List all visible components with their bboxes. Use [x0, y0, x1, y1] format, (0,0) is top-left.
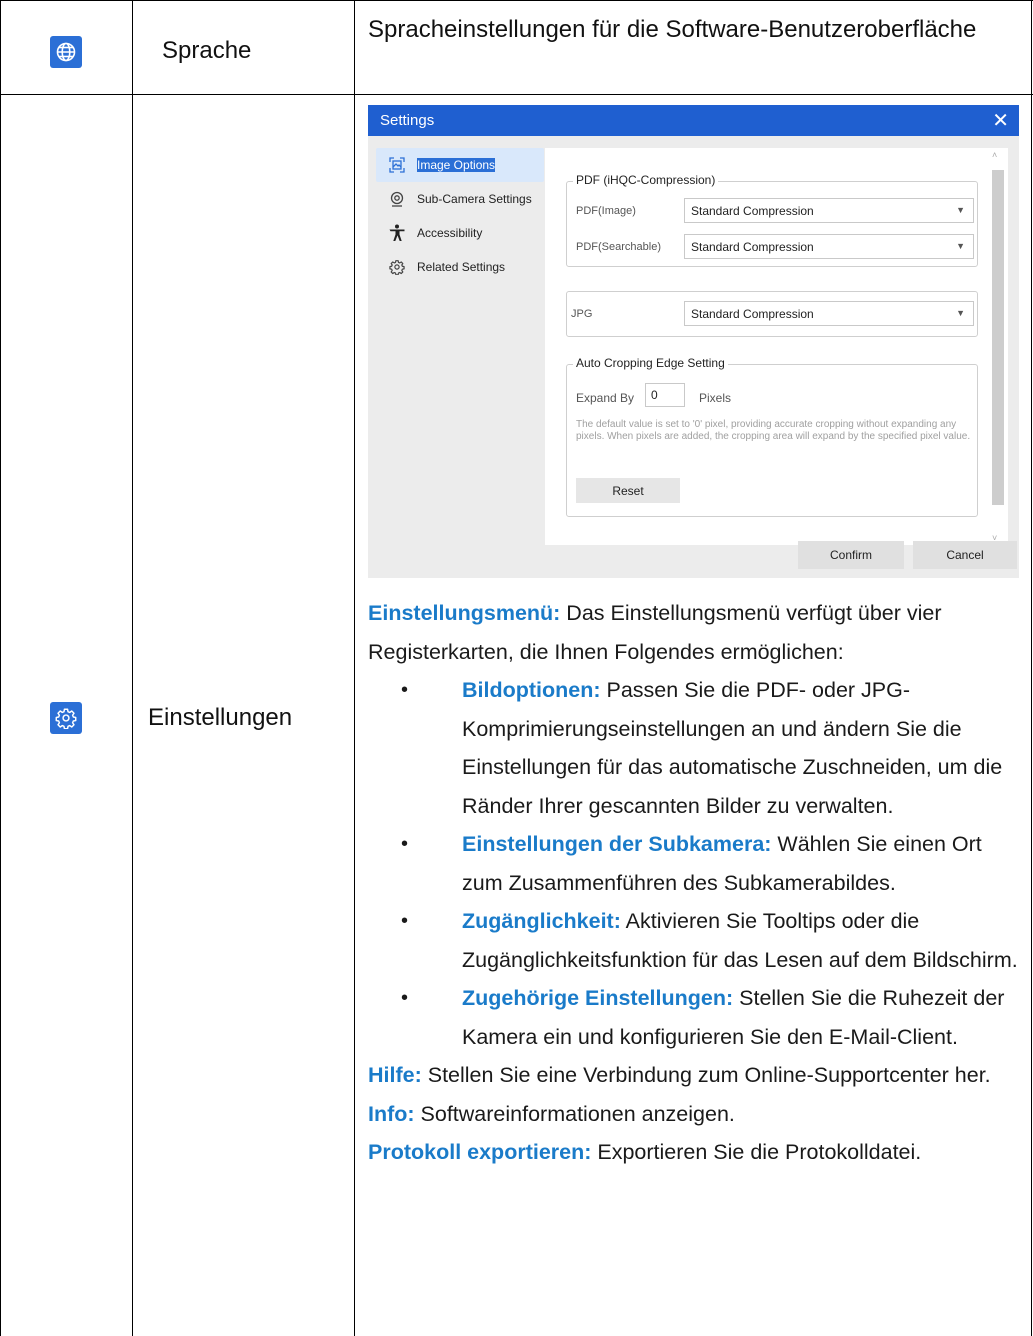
table-column-divider [132, 0, 133, 1336]
help-paragraph: Hilfe: Stellen Sie eine Verbindung zum O… [368, 1056, 1023, 1095]
table-border-left [0, 0, 1, 1336]
accessibility-icon [388, 224, 406, 242]
jpg-group: JPG Standard Compression ▼ [566, 291, 978, 337]
settings-dialog-screenshot: Settings ✕ Image Options Sub-Camera Sett… [368, 105, 1019, 578]
confirm-button[interactable]: Confirm [798, 541, 904, 569]
list-item: • Zugehörige Einstellungen: Stellen Sie d… [368, 979, 1023, 1056]
bullet: • [401, 987, 409, 1009]
table-border-top [0, 0, 1033, 1]
select-value: Standard Compression [691, 306, 814, 321]
globe-icon [50, 36, 82, 68]
table-border-right [1031, 0, 1032, 1336]
chevron-down-icon: ▼ [956, 205, 965, 215]
bullet: • [401, 833, 409, 855]
jpg-select[interactable]: Standard Compression ▼ [684, 301, 974, 326]
scroll-up-icon[interactable]: ˄ [992, 150, 997, 160]
keyword: Zugehörige Einstellungen: [462, 986, 734, 1010]
info-paragraph: Info: Softwareinformationen anzeigen. [368, 1095, 1023, 1134]
input-value: 0 [651, 388, 658, 402]
sidebar-item-accessibility[interactable]: Accessibility [376, 216, 546, 250]
chevron-down-icon: ▼ [956, 241, 965, 251]
row-description-language: Spracheinstellungen für die Software-Ben… [368, 16, 977, 43]
group-title: Auto Cropping Edge Setting [573, 356, 728, 370]
expand-by-input[interactable]: 0 [645, 383, 685, 407]
select-value: Standard Compression [691, 239, 814, 254]
sidebar-item-label: Sub-Camera Settings [417, 192, 532, 206]
bullet: • [401, 910, 409, 932]
table-column-divider [354, 0, 355, 1336]
keyword: Einstellungen der Subkamera: [462, 832, 772, 856]
tab-list: • Bildoptionen: Passen Sie die PDF- oder … [368, 671, 1023, 1056]
paragraph-text: Exportieren Sie die Protokolldatei. [591, 1140, 922, 1164]
intro-paragraph: Einstellungsmenü: Das Einstellungsmenü v… [368, 594, 1023, 671]
sidebar-item-label: Related Settings [417, 260, 506, 274]
pdf-compression-group: PDF (iHQC-Compression) PDF(Image) Standa… [566, 173, 978, 267]
sidebar-item-label: Accessibility [417, 226, 483, 240]
settings-description: Einstellungsmenü: Das Einstellungsmenü v… [368, 594, 1023, 1172]
keyword: Einstellungsmenü: [368, 601, 561, 625]
keyword: Hilfe: [368, 1063, 422, 1087]
sidebar-item-image-options[interactable]: Image Options [376, 148, 544, 182]
sidebar-item-related-settings[interactable]: Related Settings [376, 250, 546, 284]
jpg-label: JPG [571, 308, 593, 320]
panel-scrollbar[interactable]: ˄ ˅ [988, 148, 1005, 545]
auto-cropping-group: Auto Cropping Edge Setting Expand By 0 P… [566, 356, 978, 517]
keyword: Zugänglichkeit: [462, 909, 621, 933]
keyword: Protokoll exportieren: [368, 1140, 592, 1164]
keyword: Bildoptionen: [462, 678, 601, 702]
camera-icon [388, 190, 406, 208]
pixels-unit-label: Pixels [699, 391, 732, 405]
image-icon [388, 156, 406, 174]
pdf-image-select[interactable]: Standard Compression ▼ [684, 198, 974, 223]
list-item: • Zugänglichkeit: Aktivieren Sie Tooltips… [368, 902, 1023, 979]
dialog-title: Settings [380, 112, 435, 129]
dialog-titlebar: Settings ✕ [368, 105, 1019, 136]
list-item: • Einstellungen der Subkamera: Wählen Sie… [368, 825, 1023, 902]
row-label-language: Sprache [162, 37, 252, 64]
cropping-note: The default value is set to '0' pixel, p… [576, 419, 971, 442]
export-log-paragraph: Protokoll exportieren: Exportieren Sie d… [368, 1133, 1023, 1172]
pdf-searchable-select[interactable]: Standard Compression ▼ [684, 234, 974, 259]
row-label-settings: Einstellungen [148, 704, 293, 731]
gear-icon [388, 258, 406, 276]
gear-icon [50, 702, 82, 734]
list-item: • Bildoptionen: Passen Sie die PDF- oder … [368, 671, 1023, 825]
expand-by-label: Expand By [576, 391, 635, 405]
settings-panel: PDF (iHQC-Compression) PDF(Image) Standa… [545, 148, 1008, 545]
group-title: PDF (iHQC-Compression) [573, 173, 719, 187]
bullet: • [401, 679, 409, 701]
reset-button[interactable]: Reset [576, 478, 680, 503]
chevron-down-icon: ▼ [956, 308, 965, 318]
cancel-button[interactable]: Cancel [913, 541, 1017, 569]
pdf-searchable-label: PDF(Searchable) [576, 241, 661, 253]
paragraph-text: Stellen Sie eine Verbindung zum Online-S… [421, 1063, 991, 1087]
pdf-image-label: PDF(Image) [576, 205, 636, 217]
settings-sidebar: Image Options Sub-Camera Settings Access… [376, 148, 546, 284]
keyword: Info: [368, 1101, 415, 1126]
close-icon[interactable]: ✕ [992, 111, 1009, 131]
select-value: Standard Compression [691, 203, 814, 218]
paragraph-text: Softwareinformationen anzeigen. [414, 1101, 735, 1126]
sidebar-item-sub-camera-settings[interactable]: Sub-Camera Settings [376, 182, 546, 216]
scrollbar-thumb[interactable] [992, 170, 1004, 505]
sidebar-item-label: Image Options [417, 158, 496, 172]
table-row-divider [0, 94, 1033, 95]
